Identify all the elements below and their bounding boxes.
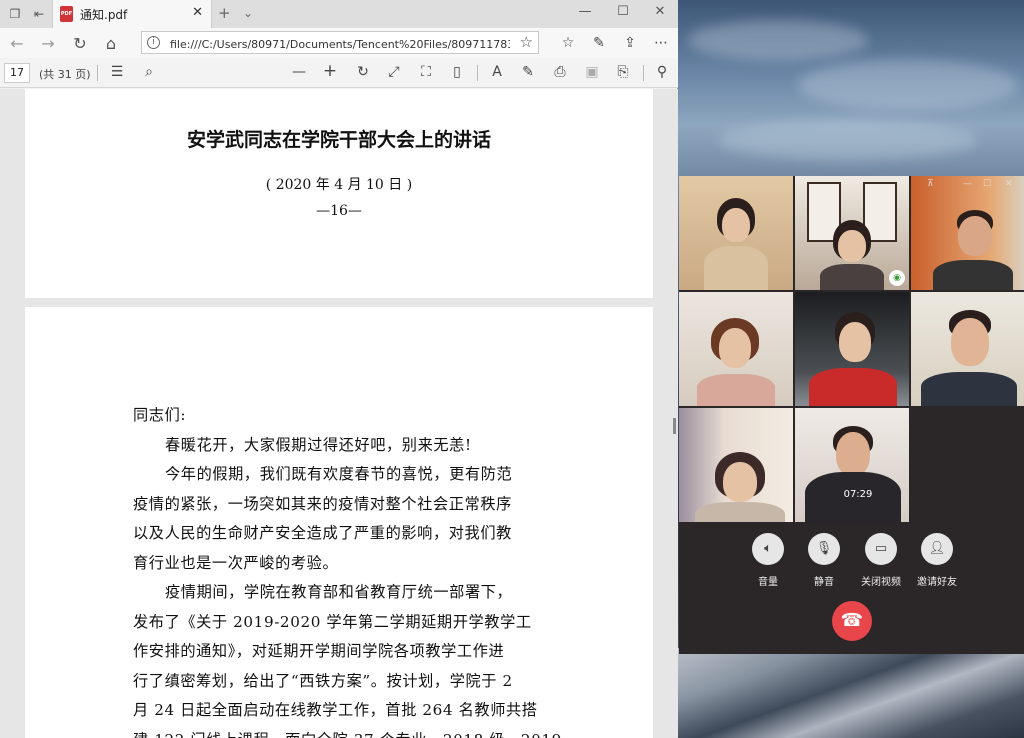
video-call-window: ◉ ⊼ — ☐ ✕ 07:29 🔈︎ 音量 🎙︎ 静音 ▭ 关闭视频 👤︎ 邀请… [679,176,1024,654]
participant-video[interactable] [679,292,793,406]
call-timer: 07:29 [843,489,873,500]
page-count: (共 31 页) [39,68,91,81]
favorites-icon[interactable]: ☆ [559,35,577,51]
text-line: 发布了《关于 2019-2020 学年第二学期延期开学教学工 [133,612,532,631]
zoom-in-icon[interactable]: + [320,61,340,81]
invite-label: 邀请好友 [917,577,957,588]
close-window-button[interactable]: ✕ [1005,179,1013,189]
hangup-button[interactable]: ☎ [832,601,872,641]
maximize-button[interactable]: ☐ [608,4,638,19]
participant-video[interactable] [679,176,793,290]
close-window-button[interactable]: ✕ [645,4,675,19]
page-view-icon[interactable]: ▯ [447,64,467,80]
zoom-out-icon[interactable]: — [289,64,309,80]
add-friend-icon: 👤︎ [921,533,953,565]
save-as-icon[interactable]: ⎘ [613,64,633,80]
chevron-down-icon[interactable]: ⌄ [243,6,253,20]
pdf-page: 同志们: 春暖花开，大家假期过得还好吧，别来无恙! 今年的假期，我们既有欢度春节… [25,307,653,738]
star-icon[interactable]: ☆ [520,33,533,51]
address-bar-row: ← → ↻ ⌂ i file:///C:/Users/80971/Documen… [0,28,678,58]
microphone-icon: 🎙︎ [808,533,840,565]
plus-icon[interactable]: + [218,4,231,22]
page-number-input[interactable]: 17 [4,63,30,83]
camera-off-button[interactable]: ▭ 关闭视频 [851,533,911,588]
pin-icon[interactable]: ⊼ [927,179,934,189]
tab-bar: ❐ ⇤ PDF 通知.pdf ✕ + ⌄ — ☐ ✕ [0,0,678,28]
maximize-button[interactable]: ☐ [983,179,991,189]
participant-video[interactable]: ◉ [795,176,909,290]
pen-icon[interactable]: ✎ [590,35,608,51]
text-line: 行了缜密筹划，给出了“西铁方案”。按计划，学院于 2 [133,671,513,690]
edge-browser-window: ❐ ⇤ PDF 通知.pdf ✕ + ⌄ — ☐ ✕ ← → ↻ ⌂ i fil… [0,0,678,738]
participant-video[interactable] [795,292,909,406]
set-aside-icon[interactable]: ⇤ [31,6,47,22]
rotate-icon[interactable]: ↻ [353,64,373,80]
home-icon[interactable]: ⌂ [101,34,121,53]
minimize-button[interactable]: — [963,179,972,189]
document-date: ( 2020 年 4 月 10 日 ) [265,177,413,193]
url-text: file:///C:/Users/80971/Documents/Tencent… [170,38,510,51]
tab-actions-icon[interactable]: ❐ [7,6,23,22]
mute-button[interactable]: 🎙︎ 静音 [794,533,854,588]
arrow-right-icon[interactable]: → [38,34,58,53]
contents-icon[interactable]: ☰ [107,64,127,80]
tab-title: 通知.pdf [80,8,128,22]
speaker-icon: 🔈︎ [752,533,784,565]
save-icon[interactable]: ▣ [582,64,602,80]
invite-button[interactable]: 👤︎ 邀请好友 [907,533,967,588]
document-page-number: —16— [316,203,362,219]
print-icon[interactable]: ⎙ [550,64,570,80]
close-icon[interactable]: ✕ [192,5,203,20]
mute-label: 静音 [814,577,834,588]
camera-off-label: 关闭视频 [861,577,901,588]
pdf-file-icon: PDF [60,6,73,22]
text-line: 疫情期间，学院在教育部和省教育厅统一部署下， [165,583,513,601]
pdf-toolbar: 17 (共 31 页) ☰ ⌕ — + ↻ ⤢ ⛶ ▯ A ✎ ⎙ ▣ ⎘ ⚲ [0,58,678,88]
pdf-page: 安学武同志在学院干部大会上的讲话 ( 2020 年 4 月 10 日 ) —16… [25,89,653,298]
share-icon[interactable]: ⇪ [621,35,639,51]
volume-button[interactable]: 🔈︎ 音量 [738,533,798,588]
text-line: 以及人民的生命财产安全造成了严重的影响，对我们教 [133,524,512,542]
fit-page-icon[interactable]: ⤢ [384,64,404,80]
text-line: 同志们: [133,406,187,424]
text-line: 建 122 门线上课程，面向全院 37 个专业、2018 级、2019 [133,728,561,738]
pin-icon[interactable]: ⚲ [652,64,672,80]
arrow-left-icon[interactable]: ← [7,34,27,53]
text-line: 作安排的通知》，对延期开学期间学院各项教学工作进 [133,642,505,660]
text-line: 月 24 日起全面启动在线教学工作，首批 264 名教师共搭 [133,701,538,719]
scrollbar-handle[interactable] [673,418,676,434]
video-window-titlebar: ⊼ — ☐ ✕ [911,176,1024,194]
video-camera-icon: ▭ [865,533,897,565]
phone-hangup-icon: ☎ [840,610,864,631]
fullscreen-icon[interactable]: ⛶ [416,64,436,80]
search-icon[interactable]: ⌕ [139,64,159,80]
text-line: 今年的假期，我们既有欢度春节的喜悦，更有防范 [165,465,513,483]
info-icon[interactable]: i [147,36,160,49]
participant-video[interactable] [679,408,793,522]
minimize-button[interactable]: — [570,4,600,19]
more-icon[interactable]: ⋯ [652,35,670,51]
pdf-viewer[interactable]: 安学武同志在学院干部大会上的讲话 ( 2020 年 4 月 10 日 ) —16… [0,89,678,738]
participant-video[interactable] [911,292,1024,406]
draw-icon[interactable]: ✎ [518,64,538,80]
text-line: 育行业也是一次严峻的考验。 [133,553,339,572]
tab-pdf[interactable]: PDF 通知.pdf ✕ [52,0,212,28]
refresh-icon[interactable]: ↻ [70,34,90,53]
text-line: 春暖花开，大家假期过得还好吧，别来无恙! [165,435,472,454]
read-aloud-icon[interactable]: A [487,64,507,80]
document-title: 安学武同志在学院干部大会上的讲话 [186,129,491,151]
address-field[interactable]: i file:///C:/Users/80971/Documents/Tence… [141,31,539,54]
volume-label: 音量 [758,577,778,588]
participant-video[interactable] [795,408,909,522]
speaking-indicator-icon: ◉ [889,270,905,286]
document-body: 同志们: 春暖花开，大家假期过得还好吧，别来无恙! 今年的假期，我们既有欢度春节… [133,403,561,738]
text-line: 疫情的紧张，一场突如其来的疫情对整个社会正常秩序 [133,494,512,513]
